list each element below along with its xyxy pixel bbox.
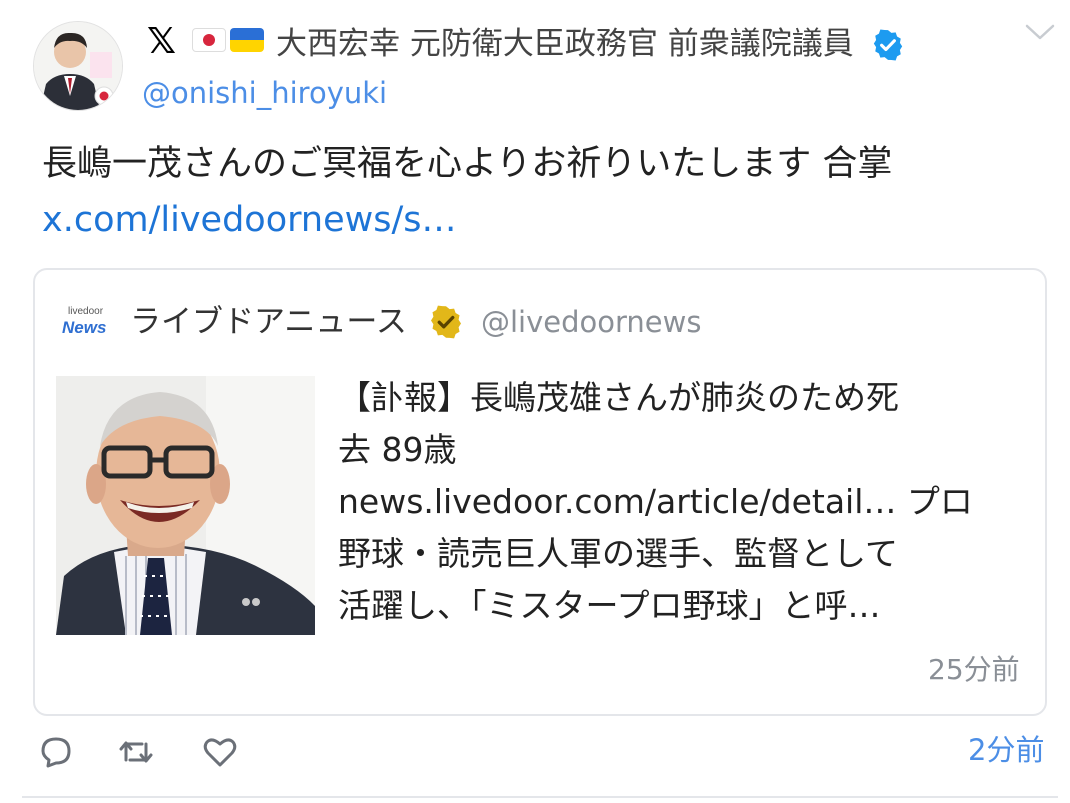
article-thumbnail[interactable] — [56, 376, 315, 635]
author-handle[interactable]: @onishi_hiroyuki — [142, 76, 387, 110]
quoted-text-line: 去 89歳 — [338, 430, 457, 469]
article-thumbnail-image — [56, 376, 315, 635]
quoted-author-handle[interactable]: @livedoornews — [481, 304, 701, 340]
verified-gold-icon — [431, 305, 461, 339]
livedoor-news-logo: livedoor News — [58, 306, 116, 338]
ukraine-flag-icon — [230, 28, 264, 52]
quoted-timestamp: 25分前 — [928, 653, 1020, 686]
retweet-icon[interactable] — [118, 734, 154, 770]
author-display-name[interactable]: 大西宏幸 元防衛大臣政務官 前衆議院議員 — [276, 24, 854, 64]
quoted-text-line: 活躍し、「ミスタープロ野球」と呼… — [338, 586, 881, 625]
chevron-down-icon[interactable] — [1024, 22, 1056, 42]
quoted-author-name[interactable]: ライブドアニュース — [130, 302, 407, 342]
author-avatar[interactable] — [33, 21, 123, 111]
quoted-tweet-text: 【訃報】長嶋茂雄さんが肺炎のため死 去 89歳 news.livedoor.co… — [338, 372, 1028, 632]
quoted-text-line: 【訃報】長嶋茂雄さんが肺炎のため死 — [338, 378, 899, 417]
tweet-link[interactable]: x.com/livedoornews/s… — [42, 197, 457, 243]
reply-icon[interactable] — [38, 734, 74, 770]
quoted-text-line: news.livedoor.com/article/detail… プロ — [338, 482, 973, 521]
logo-top-text: livedoor — [68, 306, 104, 317]
verified-blue-icon — [873, 29, 903, 61]
quoted-text-line: 野球・読売巨人軍の選手、監督として — [338, 534, 899, 573]
logo-bottom-text: News — [62, 318, 107, 337]
bottom-divider — [22, 796, 1058, 798]
tweet-text: 長嶋一茂さんのご冥福を心よりお祈りいたします 合掌 — [42, 144, 893, 184]
japan-flag-icon — [192, 28, 226, 52]
x-logo-icon: 𝕏 — [147, 21, 177, 62]
tweet-timestamp[interactable]: 2分前 — [968, 730, 1044, 770]
like-icon[interactable] — [202, 734, 238, 770]
flag-emojis — [192, 28, 264, 52]
author-avatar-photo — [34, 22, 122, 110]
